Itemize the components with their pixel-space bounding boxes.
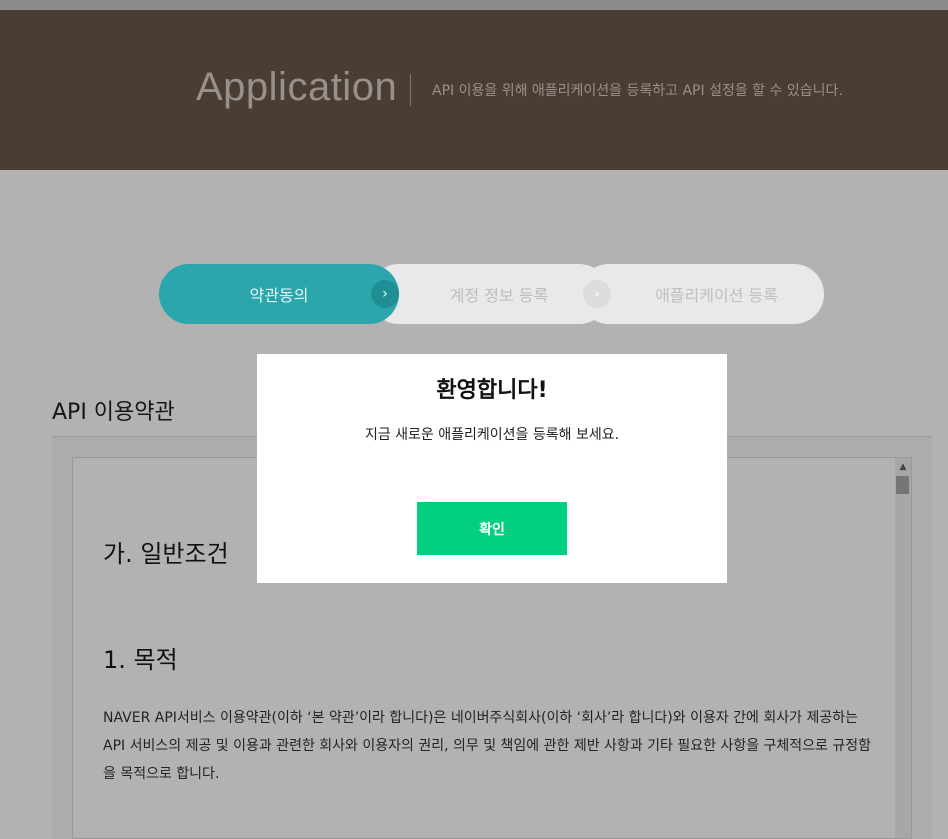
chevron-right-icon: › <box>371 280 399 308</box>
step-label: 애플리케이션 등록 <box>655 286 778 305</box>
step-terms-agreement: 약관동의 <box>159 264 399 324</box>
dialog-message: 지금 새로운 애플리케이션을 등록해 보세요. <box>364 427 620 443</box>
dialog-title: 환영합니다! <box>436 378 548 403</box>
step-application-registration: 애플리케이션 등록 <box>579 264 824 324</box>
confirm-button[interactable]: 확인 <box>417 502 567 555</box>
step-account-info: 계정 정보 등록 <box>369 264 609 324</box>
step-label: 약관동의 <box>249 286 309 305</box>
step-progress: 약관동의 › 계정 정보 등록 › 애플리케이션 등록 <box>159 264 824 324</box>
welcome-dialog: 환영합니다! 지금 새로운 애플리케이션을 등록해 보세요. 확인 <box>257 354 727 583</box>
step-label: 계정 정보 등록 <box>449 286 549 305</box>
chevron-right-icon: › <box>583 280 611 308</box>
